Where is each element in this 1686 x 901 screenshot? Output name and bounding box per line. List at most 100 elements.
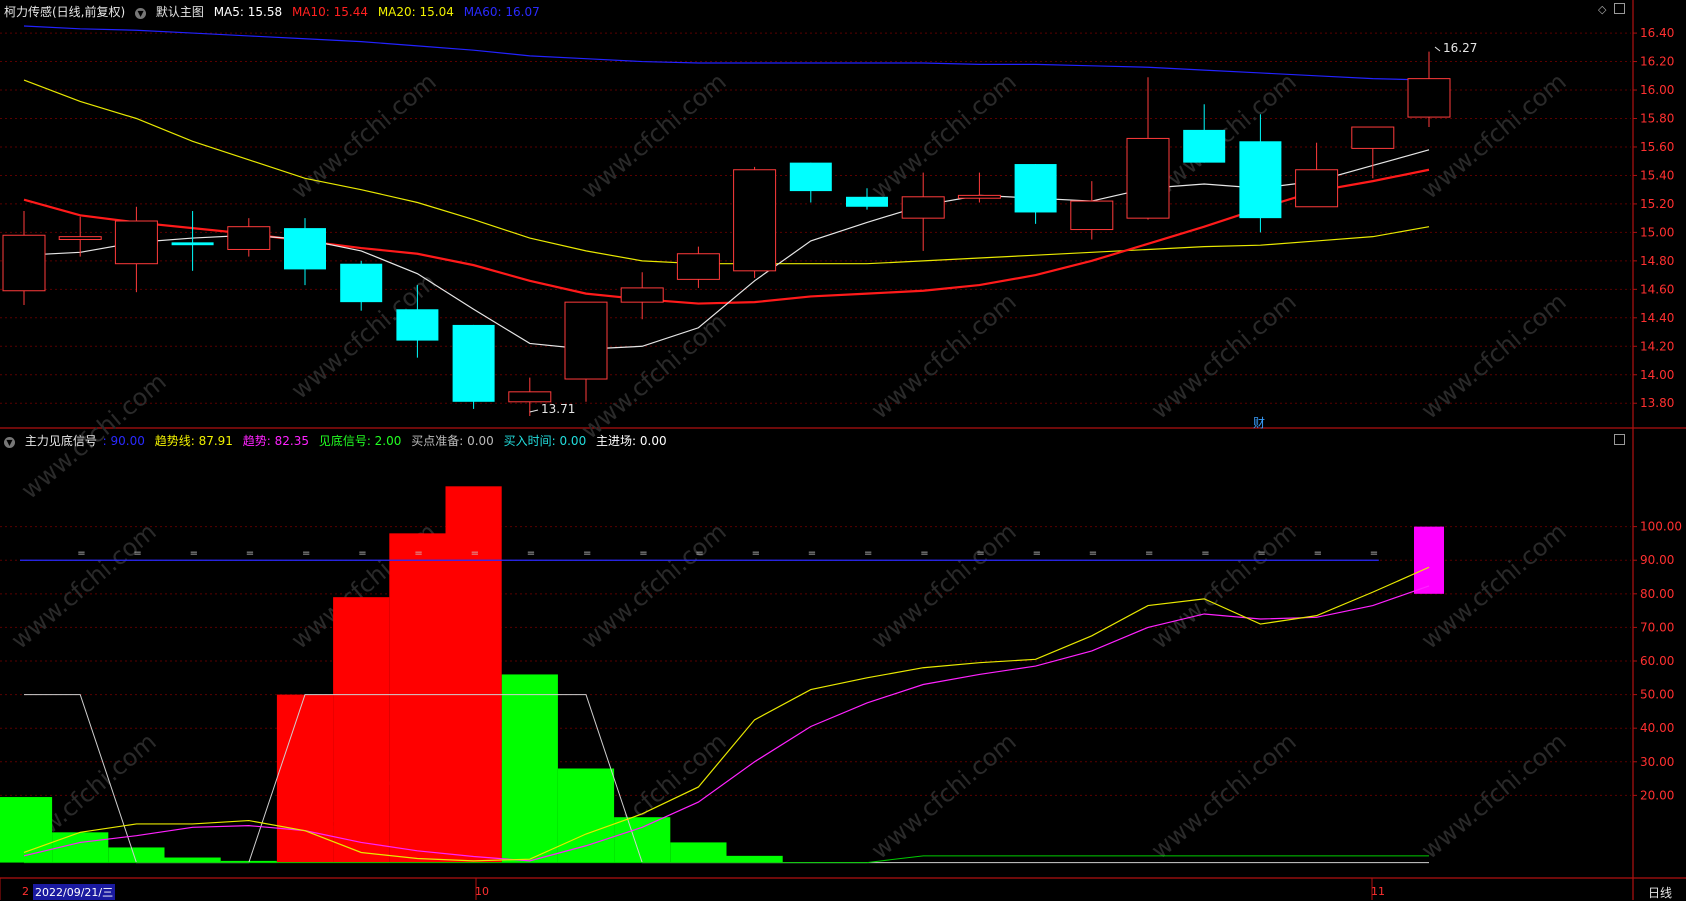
sub-y-tick-label: 80.00	[1640, 587, 1674, 601]
indicator-buy-time-value: 买入时间: 0.00	[503, 434, 587, 448]
watermark-text: www.cfchi.com	[866, 67, 1022, 204]
financial-marker[interactable]: 财	[1253, 414, 1265, 431]
maximize-sub-icon[interactable]	[1614, 434, 1625, 445]
red-bar	[333, 597, 390, 863]
indicator-header: ▼ 主力见底信号 : 90.00 趋势线: 87.91 趋势: 82.35 见底…	[4, 432, 673, 449]
main-y-tick-label: 15.40	[1640, 168, 1674, 182]
indicator-selector-icon[interactable]: ▼	[4, 437, 15, 448]
main-chart-header: 柯力传感(日线,前复权) ▼ 默认主图 MA5: 15.58 MA10: 15.…	[4, 3, 546, 20]
ref-line-marker: =	[1089, 548, 1097, 559]
watermark-text: www.cfchi.com	[576, 67, 732, 204]
sub-y-tick-label: 70.00	[1640, 620, 1674, 634]
watermark-text: www.cfchi.com	[866, 727, 1022, 864]
x-date-cursor: 2022/09/21/三	[33, 884, 116, 900]
candle-body-down	[789, 162, 832, 192]
sub-y-tick-label: 40.00	[1640, 721, 1674, 735]
green-bar	[670, 842, 727, 863]
ref-line-marker: =	[133, 548, 141, 559]
ref-line-marker: =	[358, 548, 366, 559]
stock-title[interactable]: 柯力传感(日线,前复权)	[4, 5, 125, 19]
low-arrow	[529, 409, 539, 413]
watermark-text: www.cfchi.com	[576, 517, 732, 654]
watermark-text: www.cfchi.com	[1146, 287, 1302, 424]
ref-line-marker: =	[920, 548, 928, 559]
ref-line-marker: =	[1257, 548, 1265, 559]
main-y-tick-label: 15.80	[1640, 112, 1674, 126]
candle-body-down	[1014, 164, 1057, 213]
ref-line-marker: =	[976, 548, 984, 559]
diamond-icon[interactable]: ◇	[1598, 3, 1606, 16]
candle-body-up	[1070, 200, 1114, 231]
candle-body-up	[1126, 137, 1170, 219]
candle-body-down	[171, 242, 214, 246]
main-y-tick-label: 16.20	[1640, 55, 1674, 69]
green-bar	[501, 674, 558, 863]
green-bar	[726, 855, 783, 863]
indicator-bottom-signal-value: 见底信号: 2.00	[318, 434, 402, 448]
ref-line-marker: =	[695, 548, 703, 559]
ref-line-marker: =	[752, 548, 760, 559]
ma10-label: MA10: 15.44	[291, 5, 368, 19]
buy-prep-line	[24, 694, 1429, 864]
ref-line-marker: =	[864, 548, 872, 559]
green-bar	[0, 797, 53, 863]
candle-body-down	[1183, 129, 1226, 163]
main-y-tick-label: 15.20	[1640, 197, 1674, 211]
ref-line-marker: =	[246, 548, 254, 559]
main-y-tick-label: 13.80	[1640, 396, 1674, 410]
candle-body-down	[340, 263, 383, 303]
main-y-tick-label: 16.40	[1640, 26, 1674, 40]
green-bar	[164, 857, 221, 863]
candle-body-up	[564, 301, 608, 380]
x-tick-oct: 10	[475, 885, 489, 898]
ma20-label: MA20: 15.04	[377, 5, 454, 19]
period-tab[interactable]: 日线	[1648, 884, 1672, 901]
green-bar	[614, 817, 671, 863]
watermark-text: www.cfchi.com	[286, 67, 442, 204]
red-bar	[445, 486, 502, 863]
candle-body-down	[396, 309, 439, 341]
candle-body-down	[1239, 141, 1282, 219]
main-y-tick-label: 16.00	[1640, 83, 1674, 97]
sub-y-tick-label: 60.00	[1640, 654, 1674, 668]
main-y-tick-label: 15.60	[1640, 140, 1674, 154]
indicator-trendline-value: 趋势线: 87.91	[154, 434, 233, 448]
sub-y-tick-label: 100.00	[1640, 520, 1682, 534]
ref-line-marker: =	[190, 548, 198, 559]
green-bar	[108, 847, 165, 863]
ref-line-marker: =	[1370, 548, 1378, 559]
low-price-label: 13.71	[541, 402, 576, 416]
watermark-text: www.cfchi.com	[1416, 287, 1572, 424]
watermark-text: www.cfchi.com	[6, 517, 162, 654]
watermark-text: www.cfchi.com	[866, 517, 1022, 654]
maximize-icon[interactable]	[1614, 3, 1625, 14]
green-bar	[557, 768, 615, 863]
magenta-bar	[1414, 526, 1444, 594]
indicator-main-entry-value: 主进场: 0.00	[596, 434, 667, 448]
watermark-text: www.cfchi.com	[1146, 517, 1302, 654]
sub-y-tick-label: 50.00	[1640, 688, 1674, 702]
ref-line-marker: =	[808, 548, 816, 559]
main-chart-selector[interactable]: 默认主图	[156, 5, 204, 19]
ref-line-marker: =	[471, 548, 479, 559]
ref-line-marker: =	[1314, 548, 1322, 559]
main-y-tick-label: 14.40	[1640, 311, 1674, 325]
ref-line-marker: =	[639, 548, 647, 559]
ref-line-marker: =	[77, 548, 85, 559]
red-bar	[389, 533, 446, 863]
x-tick-nov: 11	[1371, 885, 1385, 898]
indicator-name[interactable]: 主力见底信号	[25, 434, 97, 448]
high-arrow	[1434, 46, 1441, 52]
candle-body-up	[508, 391, 552, 403]
main-chart-selector-icon[interactable]: ▼	[135, 8, 147, 19]
main-y-tick-label: 14.20	[1640, 339, 1674, 353]
main-y-tick-label: 14.60	[1640, 282, 1674, 296]
ma60-line	[23, 25, 1430, 81]
red-bar	[276, 694, 334, 863]
watermark-text: www.cfchi.com	[866, 287, 1022, 424]
candle-body-up	[1295, 169, 1339, 208]
sub-y-tick-label: 20.00	[1640, 788, 1674, 802]
indicator-trend-value: 趋势: 82.35	[242, 434, 309, 448]
ref-line-marker: =	[414, 548, 422, 559]
main-y-tick-label: 15.00	[1640, 225, 1674, 239]
